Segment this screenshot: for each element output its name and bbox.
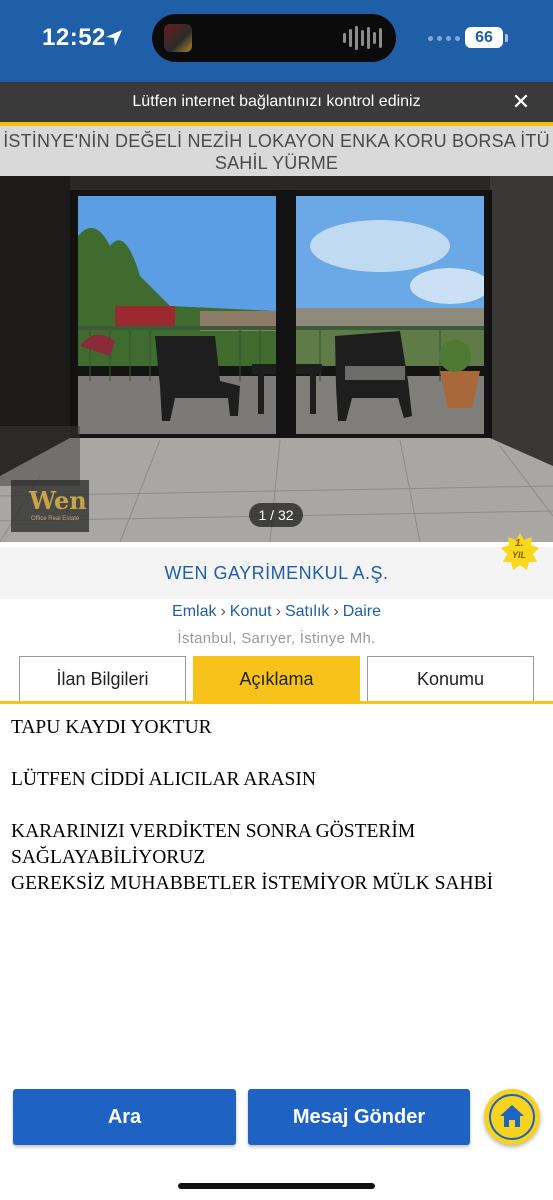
listing-title: İSTİNYE'NİN DEĞELİ NEZİH LOKAYON ENKA KO… [0, 122, 553, 176]
close-icon[interactable]: ✕ [508, 90, 534, 114]
now-playing-app-icon [164, 24, 192, 52]
send-message-button[interactable]: Mesaj Gönder [248, 1089, 470, 1145]
tab-ilan-bilgileri[interactable]: İlan Bilgileri [19, 656, 186, 702]
year-badge-label: YIL [512, 550, 527, 560]
year-badge: 1. YIL [500, 532, 540, 572]
home-icon [500, 1105, 524, 1127]
breadcrumb-konut[interactable]: Konut [230, 603, 272, 620]
breadcrumb: Emlak › Konut › Satılık › Daire [0, 603, 553, 621]
description-line: LÜTFEN CİDDİ ALICILAR ARASIN [11, 769, 316, 790]
watermark-logo-text: Wen [29, 486, 87, 515]
connection-warning-banner: Lütfen internet bağlantınızı kontrol edi… [0, 82, 553, 122]
listing-description: TAPU KAYDI YOKTUR LÜTFEN CİDDİ ALICILAR … [11, 715, 546, 897]
description-line: GEREKSİZ MUHABBETLER İSTEMİYOR MÜLK SAHB… [11, 873, 494, 894]
battery-tip [505, 34, 508, 42]
breadcrumb-satilik[interactable]: Satılık [285, 603, 329, 620]
listing-location: İstanbul, Sarıyer, İstinye Mh. [177, 630, 376, 647]
home-button[interactable] [484, 1089, 540, 1145]
dynamic-island [152, 14, 396, 62]
watermark-logo: Wen Office Real Estate [11, 480, 89, 532]
location-arrow-icon [106, 30, 122, 46]
call-button[interactable]: Ara [13, 1089, 236, 1145]
photo-counter: 1 / 32 [249, 503, 303, 527]
breadcrumb-separator: › [333, 603, 339, 620]
year-badge-number: 1. [515, 538, 524, 549]
breadcrumb-emlak[interactable]: Emlak [172, 603, 216, 620]
tab-aciklama[interactable]: Açıklama [193, 656, 360, 702]
breadcrumb-separator: › [275, 603, 281, 620]
listing-photo[interactable]: Wen Office Real Estate 1 / 32 [0, 176, 553, 542]
signal-icon [428, 36, 460, 41]
status-bar: 12:52 66 [0, 0, 553, 82]
connection-warning-text: Lütfen internet bağlantınızı kontrol edi… [132, 93, 421, 110]
home-indicator[interactable] [178, 1183, 375, 1189]
breadcrumb-daire[interactable]: Daire [343, 603, 381, 620]
audio-wave-icon [343, 26, 382, 50]
agency-name[interactable]: WEN GAYRİMENKUL A.Ş. [0, 563, 553, 584]
breadcrumb-separator: › [220, 603, 226, 620]
battery-icon: 66 [465, 27, 503, 48]
tab-underline [0, 701, 553, 704]
agency-bar[interactable]: WEN GAYRİMENKUL A.Ş. [0, 547, 553, 599]
status-time: 12:52 [42, 24, 106, 51]
watermark-logo-subtext: Office Real Estate [31, 516, 80, 522]
description-line: TAPU KAYDI YOKTUR [11, 717, 212, 738]
tab-konumu[interactable]: Konumu [367, 656, 534, 702]
description-line: KARARINIZI VERDİKTEN SONRA GÖSTERİM SAĞL… [11, 821, 416, 868]
